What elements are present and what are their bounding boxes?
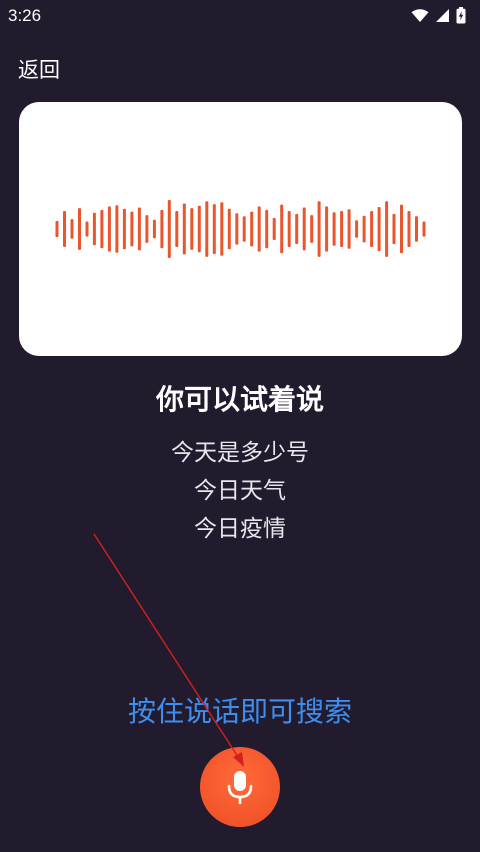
waveform-bar: [197, 205, 201, 253]
press-to-talk-hint: 按住说话即可搜索: [127, 695, 352, 728]
waveform-bar: [190, 208, 194, 250]
waveform-bar: [107, 206, 111, 252]
waveform-bar: [310, 215, 314, 243]
waveform-bar: [265, 209, 269, 249]
waveform-bar: [145, 215, 149, 243]
wifi-icon: [411, 8, 429, 27]
waveform-bar: [340, 211, 344, 247]
waveform-bar: [85, 221, 89, 237]
waveform-bar: [122, 208, 126, 250]
suggestion-list: 今天是多少号 今日天气 今日疫情: [0, 434, 480, 548]
waveform-bar: [392, 213, 396, 245]
waveform-bar: [220, 202, 224, 256]
waveform-bar: [55, 220, 59, 238]
waveform-bar: [370, 211, 374, 247]
prompt-title: 你可以试着说: [155, 383, 324, 416]
waveform-bar: [287, 211, 291, 247]
waveform-bar: [415, 216, 418, 242]
waveform-bar: [242, 216, 246, 242]
waveform-bar: [175, 211, 179, 247]
waveform-bar: [78, 208, 81, 250]
waveform-bar: [152, 219, 156, 239]
waveform-bar: [212, 204, 216, 254]
waveform-bar: [332, 212, 336, 246]
waveform-bar: [302, 207, 306, 251]
waveform-bar: [257, 206, 261, 252]
waveform-bar: [115, 205, 119, 253]
waveform-bar: [295, 213, 299, 245]
waveform-bar: [250, 211, 254, 247]
waveform-bar: [100, 209, 104, 249]
waveform-bar: [280, 204, 284, 254]
cellular-signal-icon: [435, 8, 450, 27]
waveform-bar: [407, 211, 411, 247]
waveform-bar: [325, 206, 329, 252]
microphone-button[interactable]: [200, 747, 280, 827]
waveform-bar: [377, 207, 381, 252]
status-time: 3:26: [8, 6, 42, 25]
waveform-bar: [130, 211, 134, 247]
microphone-icon: [227, 771, 253, 805]
status-bar: 3:26: [0, 0, 480, 34]
waveform-bar: [362, 215, 366, 243]
waveform-bar: [227, 208, 231, 250]
waveform-bar: [400, 204, 403, 254]
suggestion-item: 今日天气: [194, 478, 286, 504]
waveform-bar: [205, 201, 209, 257]
suggestion-item: 今天是多少号: [171, 440, 309, 466]
waveform-bar: [63, 211, 66, 247]
status-icons: [411, 7, 466, 28]
battery-charging-icon: [456, 7, 466, 28]
waveform-bar: [347, 209, 351, 249]
waveform-bar: [70, 219, 74, 239]
waveform-bar: [272, 218, 276, 240]
suggestion-item: 今日疫情: [194, 516, 286, 542]
back-button[interactable]: 返回: [18, 54, 60, 84]
waveform-bar: [235, 213, 239, 245]
waveform-bar: [355, 220, 359, 238]
waveform-bar: [422, 221, 426, 237]
waveform-bar: [92, 212, 96, 246]
waveform-bar: [317, 201, 321, 257]
waveform-bar: [182, 203, 186, 255]
waveform-visualizer: [55, 200, 426, 258]
waveform-bar: [160, 209, 164, 249]
waveform-bar: [167, 200, 171, 258]
waveform-bar: [385, 201, 389, 257]
waveform-card: [19, 102, 462, 356]
waveform-bar: [137, 207, 141, 251]
